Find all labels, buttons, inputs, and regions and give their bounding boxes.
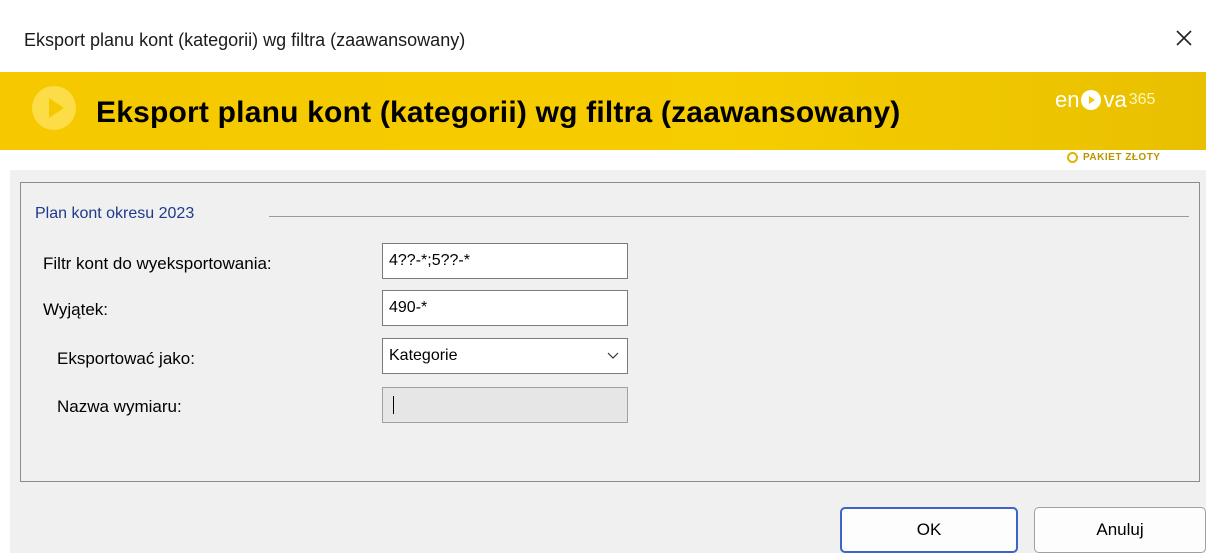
export-as-select[interactable]: Kategorie bbox=[382, 338, 628, 374]
filter-input[interactable]: 4??-*;5??-* bbox=[382, 243, 628, 279]
header-banner: Eksport planu kont (kategorii) wg filtra… bbox=[0, 72, 1206, 150]
package-dot-icon bbox=[1067, 152, 1078, 163]
chevron-down-icon bbox=[607, 352, 619, 359]
banner-heading: Eksport planu kont (kategorii) wg filtra… bbox=[96, 96, 901, 129]
window-title: Eksport planu kont (kategorii) wg filtra… bbox=[24, 30, 466, 50]
play-icon bbox=[32, 86, 76, 130]
package-label: PAKIET ZŁOTY bbox=[1067, 152, 1160, 163]
exception-label: Wyjątek: bbox=[43, 300, 109, 319]
logo-suffix: va bbox=[1103, 87, 1127, 112]
export-as-label: Eksportować jako: bbox=[57, 349, 195, 368]
package-bar: PAKIET ZŁOTY bbox=[0, 150, 1206, 170]
close-icon bbox=[1176, 30, 1192, 46]
ok-button[interactable]: OK bbox=[840, 507, 1018, 553]
enova-logo: en va 365 bbox=[1055, 84, 1155, 116]
exception-input[interactable]: 490-* bbox=[382, 290, 628, 326]
group-divider bbox=[269, 216, 1189, 217]
logo-play-icon bbox=[1081, 90, 1102, 110]
title-bar: Eksport planu kont (kategorii) wg filtra… bbox=[0, 0, 1206, 72]
logo-prefix: en bbox=[1055, 87, 1080, 112]
logo-number: 365 bbox=[1128, 91, 1156, 108]
dimension-input[interactable] bbox=[382, 387, 628, 423]
export-as-value: Kategorie bbox=[389, 347, 458, 364]
package-text: PAKIET ZŁOTY bbox=[1083, 152, 1161, 163]
close-button[interactable] bbox=[1162, 18, 1206, 58]
cancel-button[interactable]: Anuluj bbox=[1034, 507, 1206, 553]
dimension-label: Nazwa wymiaru: bbox=[57, 397, 182, 416]
group-title: Plan kont okresu 2023 bbox=[35, 205, 197, 223]
filter-label: Filtr kont do wyeksportowania: bbox=[43, 254, 272, 273]
left-strip bbox=[0, 150, 10, 553]
text-caret bbox=[393, 396, 394, 414]
dialog-window: Eksport planu kont (kategorii) wg filtra… bbox=[0, 0, 1206, 553]
form-panel: Plan kont okresu 2023 Filtr kont do wyek… bbox=[20, 182, 1200, 482]
